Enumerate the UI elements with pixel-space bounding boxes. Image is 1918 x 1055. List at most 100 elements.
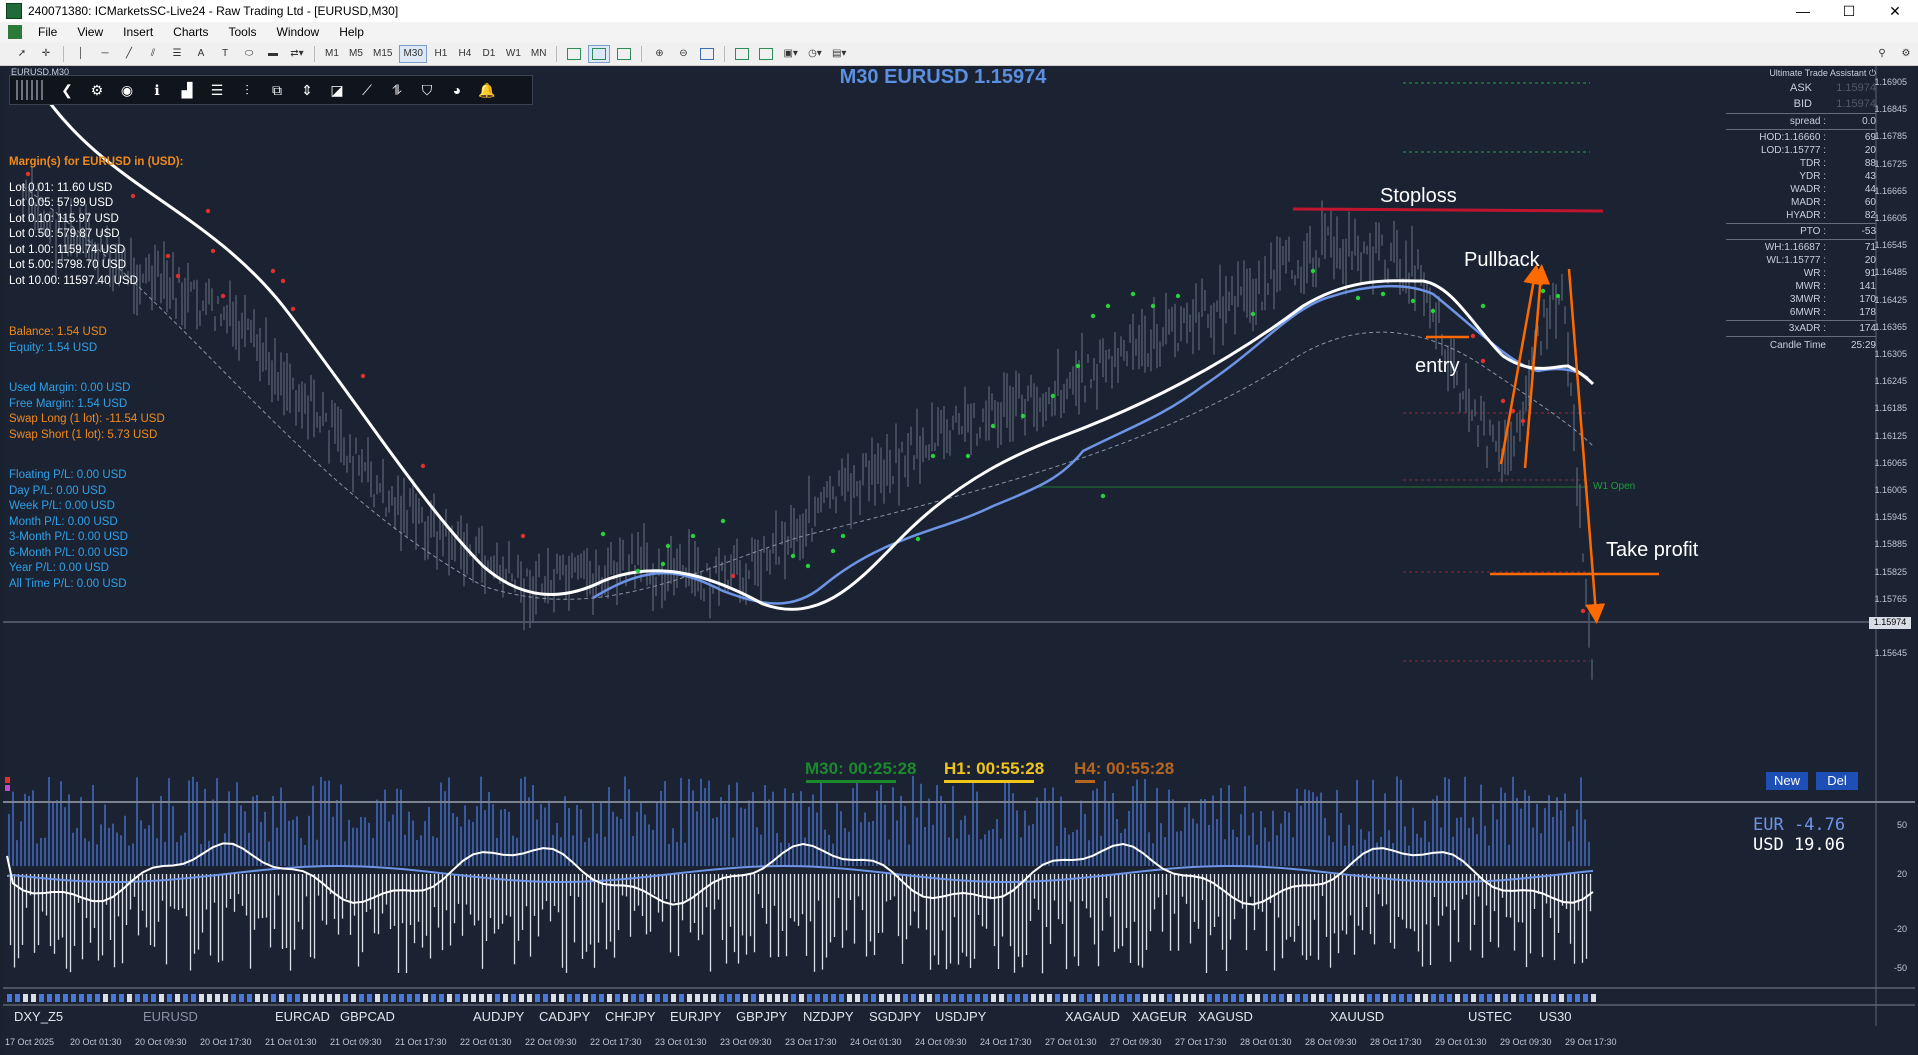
ruler-icon[interactable]: ◪ [322, 78, 352, 102]
blue-ma-line [592, 284, 1589, 605]
symbol-tab-xagusd[interactable]: XAGUSD [1198, 1009, 1253, 1024]
symbol-tab-xageur[interactable]: XAGEUR [1132, 1009, 1187, 1024]
toolbar: ➚ ✛ │ ─ ╱ ⫽ ☰ A T ⬭ ▬ ⇄▾ M1 M5 M15 M30 H… [0, 42, 1918, 66]
copy-icon[interactable]: ⧉ [262, 78, 292, 102]
symbol-tab-eurcad[interactable]: EURCAD [275, 1009, 330, 1024]
menu-view[interactable]: View [67, 25, 113, 39]
symbol-tab-xauusd[interactable]: XAUUSD [1330, 1009, 1384, 1024]
symbol-tab-eurusd[interactable]: EURUSD [143, 1009, 198, 1024]
new-button[interactable]: New [1766, 772, 1808, 790]
drag-handle-icon[interactable] [16, 80, 46, 100]
arrows-dropdown-icon[interactable]: ⇄▾ [287, 45, 307, 63]
day-pl-text: Day P/L: 0.00 USD [9, 485, 107, 497]
symbol-tab-sgdjpy[interactable]: SGDJPY [869, 1009, 921, 1024]
candlestick-icon[interactable] [588, 44, 611, 63]
buy-signal-dot [1355, 295, 1361, 301]
zoom-in-icon[interactable]: ⊕ [649, 45, 669, 63]
symbol-tab-audjpy[interactable]: AUDJPY [473, 1009, 524, 1024]
sliders-icon[interactable]: ⫶ [232, 78, 262, 102]
horizontal-line-icon[interactable]: ─ [95, 45, 115, 63]
timeline-strip-segment [343, 994, 348, 1002]
info-icon[interactable]: ℹ [142, 78, 172, 102]
tf-m30-button[interactable]: M30 [399, 44, 427, 63]
ellipse-icon[interactable]: ⬭ [239, 45, 259, 63]
periods-dropdown-icon[interactable]: ◷▾ [805, 45, 825, 63]
timeline-strip-segment [751, 994, 756, 1002]
minimize-button[interactable]: — [1780, 0, 1826, 22]
bell-icon[interactable]: 🔔 [472, 78, 502, 102]
symbol-tab-nzdjpy[interactable]: NZDJPY [803, 1009, 854, 1024]
templates-dropdown-icon[interactable]: ▤▾ [829, 45, 849, 63]
symbol-tab-cadjpy[interactable]: CADJPY [539, 1009, 590, 1024]
timeline-strip-segment [1431, 994, 1436, 1002]
resize-icon[interactable]: ⇕ [292, 78, 322, 102]
timeline-strip-segment [975, 994, 980, 1002]
symbol-tab-gbpjpy[interactable]: GBPJPY [736, 1009, 787, 1024]
settings-icon[interactable]: ⚙ [1896, 45, 1916, 63]
tf-h1-button[interactable]: H1 [431, 45, 451, 63]
tf-w1-button[interactable]: W1 [503, 45, 524, 63]
search-icon[interactable]: ⚲ [1872, 45, 1892, 63]
indicators-dropdown-icon[interactable]: ▣▾ [780, 45, 800, 63]
tf-h4-button[interactable]: H4 [455, 45, 475, 63]
symbol-tab-us30[interactable]: US30 [1539, 1009, 1572, 1024]
collapse-icon[interactable]: ❮ [52, 78, 82, 102]
autoscroll-icon[interactable] [732, 45, 752, 63]
timeline-strip-segment [335, 994, 340, 1002]
bar-chart-icon[interactable] [564, 45, 584, 63]
camera-icon[interactable]: ◉ [112, 78, 142, 102]
crosshair-icon[interactable]: ✛ [36, 45, 56, 63]
multi-trend-icon[interactable]: ⥮ [382, 78, 412, 102]
menu-tools[interactable]: Tools [219, 25, 267, 39]
text-icon[interactable]: A [191, 45, 211, 63]
tf-m15-button[interactable]: M15 [370, 45, 395, 63]
menu-charts[interactable]: Charts [163, 25, 218, 39]
cursor-icon[interactable]: ➚ [12, 45, 32, 63]
timeline-strip-segment [1423, 994, 1428, 1002]
chart-window[interactable]: EURUSD,M30 M30 EURUSD 1.15974 ❮ ⚙ ◉ ℹ ▟ … [3, 66, 1915, 1055]
trendline-icon[interactable]: ╱ [119, 45, 139, 63]
tf-mn-button[interactable]: MN [528, 45, 550, 63]
candle-time-label: Candle Time [1769, 340, 1826, 351]
del-button[interactable]: Del [1816, 772, 1858, 790]
mt4-window: 240071380: ICMarketsSC-Live24 - Raw Trad… [0, 0, 1918, 1055]
buy-signal-dot [930, 453, 936, 459]
tile-windows-icon[interactable] [697, 45, 717, 63]
close-button[interactable]: ✕ [1872, 0, 1918, 22]
timeline-strip-segment [991, 994, 996, 1002]
time-axis-label: 23 Oct 09:30 [720, 1037, 772, 1047]
symbol-tab-ustec[interactable]: USTEC [1468, 1009, 1512, 1024]
shield-icon[interactable]: ⛉ [412, 78, 442, 102]
label-icon[interactable]: T [215, 45, 235, 63]
chart-shift-icon[interactable] [756, 45, 776, 63]
symbol-tab-eurjpy[interactable]: EURJPY [670, 1009, 721, 1024]
subwindow-separator[interactable] [3, 801, 1915, 803]
tf-m1-button[interactable]: M1 [322, 45, 342, 63]
trend-icon[interactable]: ⟋ [352, 78, 382, 102]
tf-d1-button[interactable]: D1 [479, 45, 499, 63]
symbol-tab-gbpcad[interactable]: GBPCAD [340, 1009, 395, 1024]
channel-icon[interactable]: ⫽ [143, 45, 163, 63]
symbol-tab-usdjpy[interactable]: USDJPY [935, 1009, 986, 1024]
list-icon[interactable]: ☰ [202, 78, 232, 102]
zoom-out-icon[interactable]: ⊖ [673, 45, 693, 63]
symbol-tab-dxy[interactable]: DXY_Z5 [14, 1009, 63, 1024]
tf-m5-button[interactable]: M5 [346, 45, 366, 63]
menu-help[interactable]: Help [329, 25, 374, 39]
gear-icon[interactable]: ⚙ [82, 78, 112, 102]
timeline-strip-segment [71, 994, 76, 1002]
sell-signal-dot [1470, 333, 1476, 339]
menu-insert[interactable]: Insert [113, 25, 163, 39]
symbol-tab-xagaud[interactable]: XAGAUD [1065, 1009, 1120, 1024]
menu-file[interactable]: File [28, 25, 67, 39]
bars-icon[interactable]: ▟ [172, 78, 202, 102]
maximize-button[interactable]: ☐ [1826, 0, 1872, 22]
line-chart-icon[interactable] [614, 45, 634, 63]
symbol-tab-chfjpy[interactable]: CHFJPY [605, 1009, 656, 1024]
menu-window[interactable]: Window [267, 25, 330, 39]
vertical-line-icon[interactable]: │ [71, 45, 91, 63]
chart-icon[interactable] [8, 25, 22, 39]
rectangle-icon[interactable]: ▬ [263, 45, 283, 63]
pie-chart-icon[interactable]: ◕ [442, 78, 472, 102]
fibonacci-icon[interactable]: ☰ [167, 45, 187, 63]
